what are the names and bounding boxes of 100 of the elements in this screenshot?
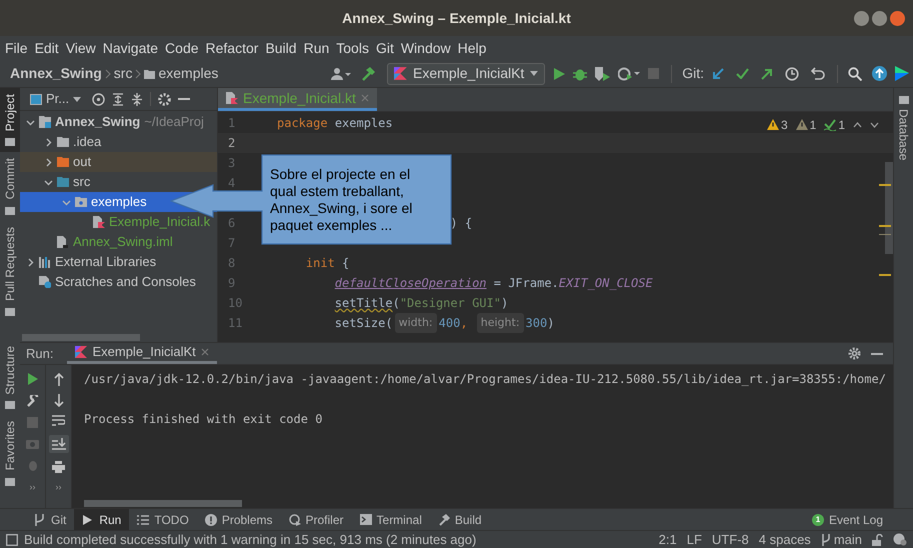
undo-icon[interactable] (811, 67, 825, 80)
inspection-counter[interactable]: 3 (766, 116, 788, 134)
settings-icon[interactable] (158, 92, 172, 106)
chevron-right-icon[interactable] (44, 138, 53, 146)
tree-item[interactable]: Scratches and Consoles (20, 272, 217, 292)
chevron-down-icon[interactable] (44, 178, 53, 186)
chevron-down-icon[interactable] (870, 122, 879, 128)
tab-icon (5, 306, 15, 316)
chevron-up-icon[interactable] (853, 122, 862, 128)
print-icon[interactable] (52, 461, 65, 473)
tool-window-tab[interactable]: Project (0, 88, 20, 152)
menu-item[interactable]: Window (398, 38, 454, 58)
menu-item[interactable]: File (2, 38, 31, 58)
chevron-down-icon[interactable] (26, 118, 35, 126)
menu-item[interactable]: Git (372, 38, 397, 58)
maximize-button[interactable] (872, 11, 887, 26)
history-icon[interactable] (785, 66, 799, 80)
tool-window-button[interactable]: TODO (129, 509, 197, 530)
inspection-counter[interactable]: 1 (796, 116, 816, 134)
update-arrow-icon[interactable] (712, 68, 724, 80)
scrollbar[interactable] (22, 334, 140, 340)
tool-window-tab[interactable]: Pull Requests (0, 220, 20, 322)
tree-item[interactable]: Annex_Swing.iml (20, 232, 217, 252)
menu-item[interactable]: Tools (333, 38, 372, 58)
push-arrow-icon[interactable] (761, 68, 773, 80)
coverage-icon[interactable] (595, 66, 610, 80)
code-token: package (277, 115, 328, 132)
tool-window-tab[interactable]: Structure (0, 340, 20, 416)
menu-item[interactable]: Run (300, 38, 332, 58)
collapse-all-icon[interactable] (131, 92, 144, 106)
panel-toggle-icon[interactable] (6, 534, 18, 546)
minimize-icon[interactable] (178, 98, 190, 100)
checkmark-icon[interactable] (736, 68, 749, 79)
chevron-right-icon[interactable] (26, 258, 35, 266)
tool-window-button[interactable]: Run (74, 509, 130, 530)
file-encoding[interactable]: UTF-8 (712, 530, 749, 548)
tree-item[interactable]: out (20, 152, 217, 172)
menu-item[interactable]: Build (262, 38, 300, 58)
more-tools-button[interactable]: ›› (30, 481, 36, 494)
run-icon[interactable] (27, 373, 38, 385)
menu-item[interactable]: Code (162, 38, 202, 58)
inspection-counter[interactable]: 1 (824, 116, 845, 134)
menu-item[interactable]: Edit (32, 38, 62, 58)
upgrade-icon[interactable] (872, 66, 887, 81)
lock-icon[interactable] (872, 534, 883, 546)
tree-item[interactable]: External Libraries (20, 252, 217, 272)
menu-item[interactable]: Help (454, 38, 490, 58)
up-arrow-icon[interactable] (54, 373, 64, 386)
run-icon[interactable] (553, 68, 566, 80)
tool-window-button[interactable]: Terminal (352, 509, 430, 530)
locate-icon[interactable] (92, 92, 106, 106)
run-tab[interactable]: Exemple_InicialKt (67, 343, 217, 364)
tool-window-tab[interactable]: Commit (0, 152, 20, 221)
menu-item[interactable]: View (62, 38, 99, 58)
event-log-button[interactable]: 1 Event Log (812, 510, 883, 528)
tool-window-tab[interactable]: Favorites (0, 415, 20, 492)
tool-window-button[interactable]: Build (430, 509, 490, 530)
console-output: /usr/java/jdk-12.0.2/bin/java -javaagent:/home/alvar/Programes/idea-IU-212.5080.55/lib/idea_rt.jar=38355:/home/ Process finished with exit code 0 (84, 371, 886, 428)
profiler-icon[interactable] (618, 66, 640, 80)
tool-window-button[interactable]: Profiler (280, 509, 352, 530)
breadcrumb-item[interactable]: src (114, 63, 132, 84)
chevron-right-icon[interactable] (44, 158, 53, 166)
scrollbar[interactable] (84, 500, 242, 506)
menu-item[interactable]: Refactor (202, 38, 262, 58)
tool-window-tab[interactable]: Database (894, 88, 913, 166)
expand-all-icon[interactable] (112, 92, 124, 106)
tool-window-button[interactable]: Git (26, 509, 74, 530)
line-separator[interactable]: LF (686, 530, 702, 548)
tool-window-button[interactable]: Problems (196, 509, 280, 530)
user-icon[interactable] (331, 68, 352, 80)
caret-position[interactable]: 2:1 (658, 530, 677, 548)
hammer-icon[interactable] (361, 66, 376, 80)
menu-item[interactable]: Navigate (100, 38, 162, 58)
project-view-dropdown[interactable]: Pr... (30, 89, 82, 109)
plugin-logo-icon[interactable] (895, 66, 909, 81)
error-stripe-mark (879, 234, 891, 235)
tree-item[interactable]: .idea (20, 132, 217, 152)
minimize-icon[interactable] (871, 352, 883, 354)
breadcrumb-item[interactable]: exemples (158, 63, 218, 84)
tree-item[interactable]: Annex_Swing ~/IdeaProj (20, 112, 217, 132)
run-configuration-dropdown[interactable]: Exemple_InicialKt (387, 62, 546, 84)
down-arrow-icon[interactable] (54, 394, 64, 407)
settings-icon[interactable] (848, 347, 861, 360)
tree-item[interactable]: Exemple_Inicial.k (20, 212, 217, 232)
line-number: 9 (227, 275, 236, 292)
window-title: Annex_Swing – Exemple_Inicial.kt (342, 8, 571, 28)
indent-setting[interactable]: 4 spaces (758, 530, 811, 548)
close-button[interactable] (890, 11, 905, 26)
git-branch-widget[interactable]: main (820, 530, 862, 548)
tree-item[interactable]: src (20, 172, 217, 192)
more-tools-button[interactable]: ›› (56, 481, 62, 494)
inspector-icon[interactable] (893, 533, 907, 546)
caret-icon (73, 96, 82, 102)
minimize-button[interactable] (854, 11, 869, 26)
chevron-down-icon[interactable] (62, 198, 71, 206)
soft-wrap-icon[interactable] (52, 415, 65, 427)
scrollbar[interactable] (885, 162, 893, 254)
scroll-to-end-icon[interactable] (48, 435, 68, 453)
search-icon[interactable] (848, 66, 862, 80)
breadcrumb-item[interactable]: Annex_Swing (10, 63, 102, 84)
